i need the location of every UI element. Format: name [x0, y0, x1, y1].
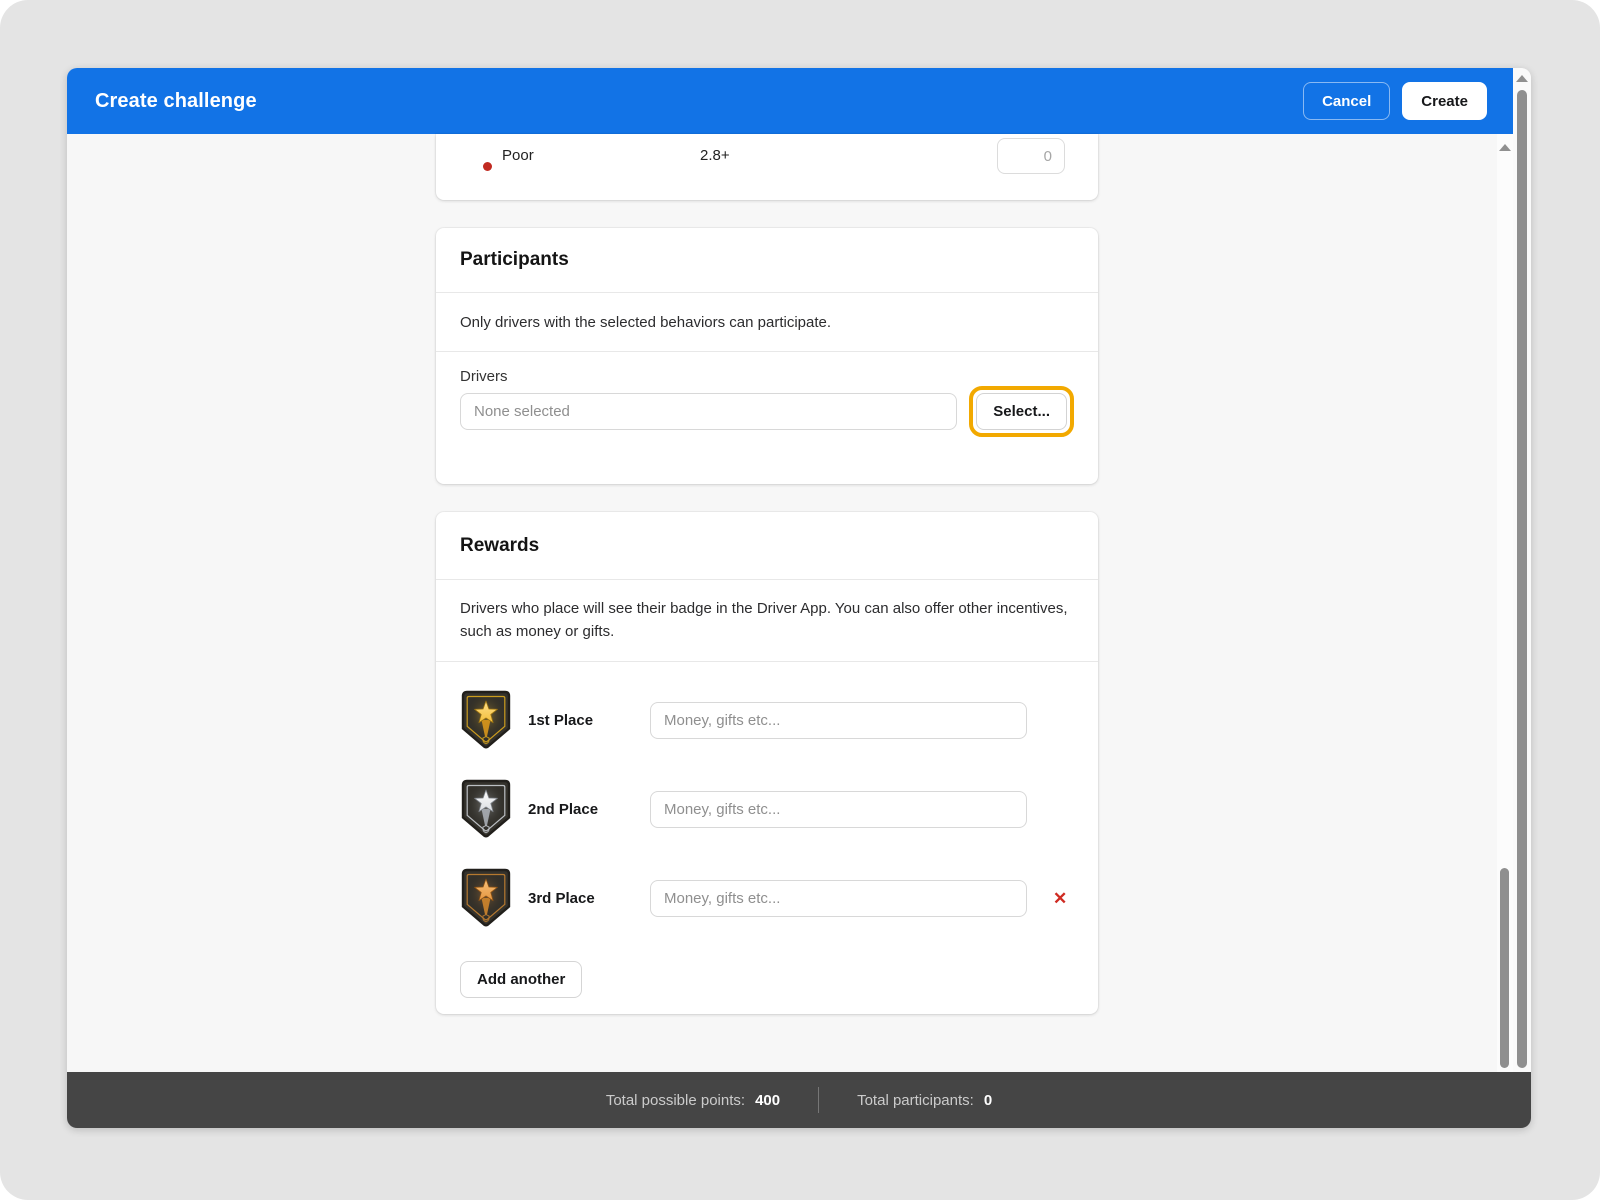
scroll-up-arrow-icon[interactable] — [1499, 144, 1511, 151]
first-place-badge-icon — [460, 690, 512, 750]
rewards-card: Rewards Drivers who place will see their… — [436, 512, 1098, 1014]
reward-row-first: 1st Place — [460, 690, 1074, 750]
behavior-rating-label: Poor — [502, 147, 534, 164]
cancel-button[interactable]: Cancel — [1303, 82, 1390, 120]
page-scrollbar[interactable] — [1513, 68, 1531, 1072]
behaviors-card-partial: Poor 2.8+ — [436, 134, 1098, 200]
third-place-label: 3rd Place — [528, 890, 650, 907]
third-place-badge-icon — [460, 868, 512, 928]
drivers-input[interactable] — [460, 393, 957, 430]
poor-status-dot-icon — [483, 162, 492, 171]
create-button[interactable]: Create — [1402, 82, 1487, 120]
rewards-list: 1st Place 2nd Place — [436, 662, 1098, 928]
reward-row-second: 2nd Place — [460, 779, 1074, 839]
second-place-badge-icon — [460, 779, 512, 839]
participants-description: Only drivers with the selected behaviors… — [436, 293, 1098, 352]
header-actions: Cancel Create — [1303, 82, 1487, 120]
third-place-reward-input[interactable] — [650, 880, 1027, 917]
rewards-description: Drivers who place will see their badge i… — [436, 580, 1098, 662]
first-place-reward-input[interactable] — [650, 702, 1027, 739]
page-title: Create challenge — [95, 90, 257, 113]
dialog-header: Create challenge Cancel Create — [67, 68, 1513, 134]
participants-title: Participants — [436, 228, 1098, 293]
second-place-reward-input[interactable] — [650, 791, 1027, 828]
total-participants-value: 0 — [984, 1092, 992, 1109]
select-drivers-button[interactable]: Select... — [976, 393, 1067, 430]
behavior-points-input[interactable] — [997, 138, 1065, 174]
total-participants-label: Total participants: — [857, 1092, 974, 1109]
behavior-threshold-value: 2.8+ — [700, 147, 730, 164]
create-challenge-dialog: Create challenge Cancel Create Poor 2.8+… — [67, 68, 1531, 1128]
participants-card: Participants Only drivers with the selec… — [436, 228, 1098, 484]
total-points-value: 400 — [755, 1092, 780, 1109]
content-scrollbar-thumb[interactable] — [1500, 868, 1509, 1068]
drivers-form: Drivers Select... — [436, 352, 1098, 437]
total-points-label: Total possible points: — [606, 1092, 745, 1109]
second-place-label: 2nd Place — [528, 801, 650, 818]
first-place-label: 1st Place — [528, 712, 650, 729]
page-scrollbar-thumb[interactable] — [1517, 90, 1527, 1068]
page-scroll-up-arrow-icon[interactable] — [1516, 75, 1528, 82]
rewards-title: Rewards — [436, 512, 1098, 580]
footer-divider — [818, 1087, 819, 1113]
content-scrollbar[interactable] — [1497, 134, 1513, 1072]
reward-row-third: 3rd Place ✕ — [460, 868, 1074, 928]
remove-reward-icon[interactable]: ✕ — [1051, 888, 1069, 909]
page: Create challenge Cancel Create Poor 2.8+… — [0, 0, 1600, 1200]
add-another-button[interactable]: Add another — [460, 961, 582, 998]
select-highlight-ring: Select... — [969, 386, 1074, 437]
summary-footer: Total possible points: 400 Total partici… — [67, 1072, 1531, 1128]
drivers-label: Drivers — [460, 368, 1074, 385]
